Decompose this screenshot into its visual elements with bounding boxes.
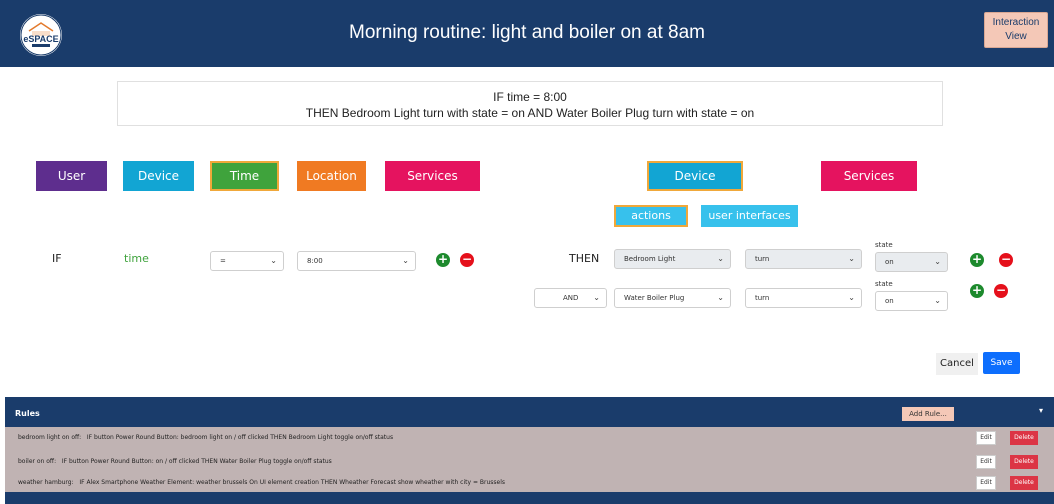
chevron-down-icon: ⌄ — [848, 293, 855, 302]
chevron-down-icon: ⌄ — [934, 296, 941, 305]
operator-select[interactable]: = ⌄ — [210, 251, 284, 271]
cancel-button[interactable]: Cancel — [936, 353, 978, 375]
action-device-value: Bedroom Light — [624, 255, 676, 263]
action-device-select[interactable]: Bedroom Light ⌄ — [614, 249, 731, 269]
remove-condition-icon[interactable]: − — [460, 253, 474, 267]
remove-action-icon[interactable]: − — [999, 253, 1013, 267]
connector-select[interactable]: AND ⌄ — [534, 288, 607, 308]
edit-rule-button[interactable]: Edit — [976, 455, 996, 469]
then-label: THEN — [569, 252, 600, 265]
interaction-view-button[interactable]: Interaction View — [984, 12, 1048, 48]
state-value: on — [885, 297, 894, 305]
action-verb-select[interactable]: turn ⌄ — [745, 288, 862, 308]
chevron-down-icon: ⌄ — [717, 254, 724, 263]
action-device-select[interactable]: Water Boiler Plug ⌄ — [614, 288, 731, 308]
rule-text: boiler on off: IF button Power Round But… — [18, 458, 332, 465]
rule-description: IF Alex Smartphone Weather Element: weat… — [79, 479, 506, 486]
rule-row: boiler on off: IF button Power Round But… — [5, 451, 1054, 473]
summary-then-line: THEN Bedroom Light turn with state = on … — [305, 106, 755, 120]
action-device-value: Water Boiler Plug — [624, 294, 685, 302]
rule-description: IF button Power Round Button: on / off c… — [61, 458, 332, 465]
rule-text: bedroom light on off: IF button Power Ro… — [18, 434, 393, 441]
app-header: eSPACE Morning routine: light and boiler… — [0, 0, 1054, 67]
action-verb-value: turn — [755, 255, 770, 263]
action-category-services[interactable]: Services — [821, 161, 917, 191]
edit-rule-button[interactable]: Edit — [976, 431, 996, 445]
rule-description: IF button Power Round Button: bedroom li… — [86, 434, 394, 441]
page-title: Morning routine: light and boiler on at … — [349, 22, 705, 43]
trigger-category-device[interactable]: Device — [123, 161, 194, 191]
rules-panel-header: Rules Add Rule... ▾ — [5, 397, 1054, 427]
chevron-down-icon: ⌄ — [848, 254, 855, 263]
state-label: state — [875, 241, 893, 249]
add-action-icon[interactable]: + — [970, 253, 984, 267]
subtab-user-interfaces[interactable]: user interfaces — [701, 205, 798, 227]
action-verb-select[interactable]: turn ⌄ — [745, 249, 862, 269]
add-condition-icon[interactable]: + — [436, 253, 450, 267]
chevron-down-icon: ⌄ — [934, 257, 941, 266]
rule-summary: IF time = 8:00 THEN Bedroom Light turn w… — [117, 81, 943, 126]
trigger-category-location[interactable]: Location — [297, 161, 366, 191]
rules-title: Rules — [15, 409, 40, 418]
chevron-down-icon: ⌄ — [717, 293, 724, 302]
edit-rule-button[interactable]: Edit — [976, 476, 996, 490]
save-button[interactable]: Save — [983, 352, 1020, 374]
rule-row: bedroom light on off: IF button Power Ro… — [5, 427, 1054, 449]
time-value-select[interactable]: 8:00 ⌄ — [297, 251, 416, 271]
rule-name: weather hamburg: — [18, 479, 74, 486]
time-value: 8:00 — [307, 257, 323, 265]
add-action-icon[interactable]: + — [970, 284, 984, 298]
state-label: state — [875, 280, 893, 288]
if-label: IF — [52, 252, 62, 265]
chevron-down-icon: ⌄ — [402, 256, 409, 265]
chevron-down-icon: ⌄ — [593, 293, 600, 302]
rule-name: boiler on off: — [18, 458, 57, 465]
trigger-category-services[interactable]: Services — [385, 161, 480, 191]
rule-text: weather hamburg: IF Alex Smartphone Weat… — [18, 479, 505, 486]
remove-action-icon[interactable]: − — [994, 284, 1008, 298]
connector-value: AND — [563, 294, 579, 302]
state-select[interactable]: on ⌄ — [875, 291, 948, 311]
rules-list: bedroom light on off: IF button Power Ro… — [5, 427, 1054, 492]
condition-type-label: time — [124, 252, 149, 265]
subtab-actions[interactable]: actions — [614, 205, 688, 227]
summary-if-line: IF time = 8:00 — [493, 90, 567, 104]
bottom-bar — [5, 492, 1054, 504]
rule-name: bedroom light on off: — [18, 434, 82, 441]
trigger-category-user[interactable]: User — [36, 161, 107, 191]
chevron-down-icon: ⌄ — [270, 256, 277, 265]
rule-row: weather hamburg: IF Alex Smartphone Weat… — [5, 472, 1054, 494]
trigger-category-time[interactable]: Time — [210, 161, 279, 191]
action-verb-value: turn — [755, 294, 770, 302]
collapse-icon[interactable]: ▾ — [1039, 406, 1043, 415]
state-select[interactable]: on ⌄ — [875, 252, 948, 272]
operator-value: = — [220, 257, 226, 265]
delete-rule-button[interactable]: Delete — [1010, 431, 1038, 445]
action-category-device[interactable]: Device — [647, 161, 743, 191]
state-value: on — [885, 258, 894, 266]
add-rule-button[interactable]: Add Rule... — [902, 407, 954, 421]
delete-rule-button[interactable]: Delete — [1010, 455, 1038, 469]
delete-rule-button[interactable]: Delete — [1010, 476, 1038, 490]
